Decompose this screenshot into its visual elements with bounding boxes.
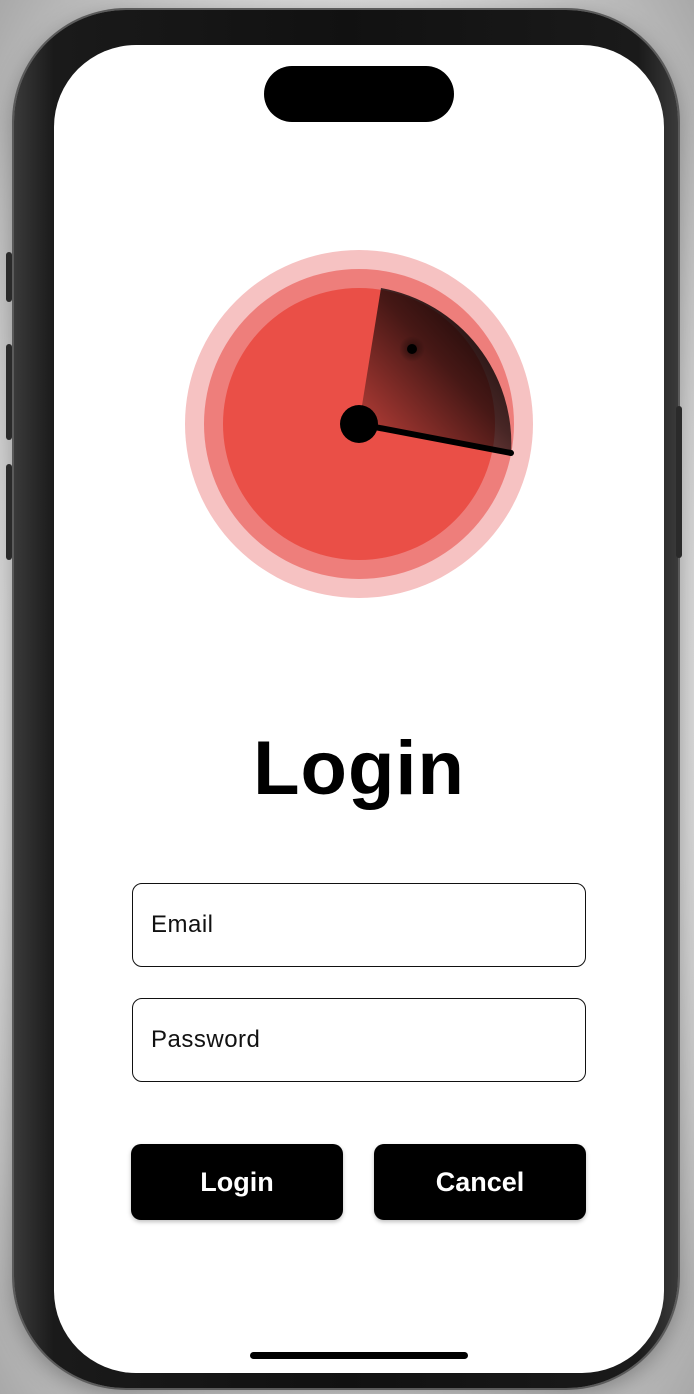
dynamic-island <box>264 66 454 122</box>
login-button[interactable]: Login <box>131 1144 343 1220</box>
app-screen: Login Login Cancel <box>54 45 664 1373</box>
phone-frame: Login Login Cancel <box>6 10 682 1388</box>
radar-blip <box>407 344 417 354</box>
action-button <box>6 252 12 302</box>
power-button <box>676 406 682 558</box>
volume-down-button <box>6 464 12 560</box>
email-field[interactable] <box>132 883 586 967</box>
page-title: Login <box>253 726 465 811</box>
password-field[interactable] <box>132 998 586 1082</box>
cancel-button[interactable]: Cancel <box>374 1144 586 1220</box>
home-indicator[interactable] <box>250 1352 468 1359</box>
volume-up-button <box>6 344 12 440</box>
radar-icon <box>185 250 533 598</box>
radar-hub <box>340 405 378 443</box>
